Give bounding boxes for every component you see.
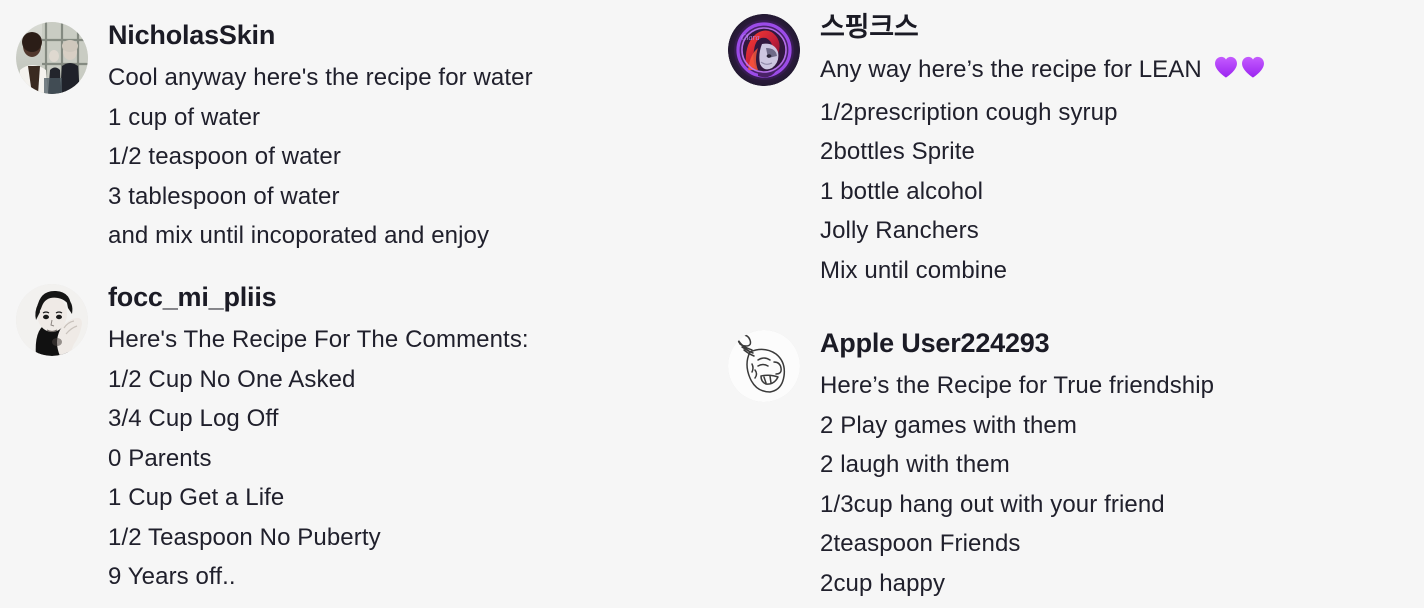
comment-line: 2teaspoon Friends	[820, 530, 1021, 557]
comment-sphinx[interactable]: Clara 스핑크스 Any way here’s the recipe for…	[728, 10, 1266, 290]
comment-line: 1 cup of water	[108, 103, 261, 131]
comment-line: Here's The Recipe For The Comments:	[108, 326, 529, 353]
purple-heart-icon	[1240, 53, 1266, 93]
comment-username[interactable]: 스핑크스	[820, 10, 1266, 44]
comment-line: 3 tablespoon of water	[108, 182, 340, 210]
comment-line-with-emoji: Any way here’s the recipe for LEAN	[820, 50, 1266, 93]
avatar-apple-user[interactable]	[728, 330, 800, 402]
comment-line: 3/4 Cup Log Off	[108, 405, 279, 432]
comment-username[interactable]: Apple User224293	[820, 326, 1214, 360]
comment-line: 2bottles Sprite	[820, 138, 975, 165]
comment-line: Here’s the Recipe for True friendship	[820, 372, 1215, 399]
comment-line: Cool anyway here's the recipe for water	[108, 64, 533, 91]
comment-body: Here's The Recipe For The Comments: 1/2 …	[108, 320, 529, 597]
comment-line: 2 Play games with them	[820, 411, 1077, 439]
avatar-nicholasskin[interactable]	[16, 22, 88, 94]
avatar-focc-mi-pliis[interactable]	[16, 284, 88, 356]
comment-line: 1/2 teaspoon of water	[108, 143, 341, 170]
comment-username[interactable]: focc_mi_pliis	[108, 280, 529, 314]
comment-line: 1 Cup Get a Life	[108, 484, 285, 511]
comment-body: Here’s the Recipe for True friendship 2 …	[820, 366, 1214, 603]
comment-line: 2cup happy	[820, 569, 946, 597]
comment-line: and mix until incoporated and enjoy	[108, 222, 490, 249]
comment-line: 1/2prescription cough syrup	[820, 98, 1118, 126]
comment-body: Cool anyway here's the recipe for water …	[108, 58, 533, 256]
comment-line: 9 Years off..	[108, 563, 236, 590]
comment-line: 0 Parents	[108, 444, 212, 472]
comment-line: Jolly Ranchers	[820, 217, 979, 244]
comment-line: 2 laugh with them	[820, 451, 1010, 478]
avatar-sphinx[interactable]: Clara	[728, 14, 800, 86]
svg-text:Clara: Clara	[741, 33, 760, 42]
comment-line: Mix until combine	[820, 256, 1008, 284]
comment-body: Any way here’s the recipe for LEAN 1/2pr…	[820, 50, 1266, 290]
comment-apple-user[interactable]: Apple User224293 Here’s the Recipe for T…	[728, 326, 1214, 603]
comment-line: 1/2 Cup No One Asked	[108, 365, 356, 393]
comment-line: 1/3cup hang out with your friend	[820, 490, 1165, 518]
comment-line: 1 bottle alcohol	[820, 177, 984, 205]
comment-nicholasskin[interactable]: NicholasSkin Cool anyway here's the reci…	[16, 18, 533, 256]
comments-board: NicholasSkin Cool anyway here's the reci…	[0, 0, 1424, 608]
comment-line-text: Any way here’s the recipe for LEAN	[820, 56, 1209, 83]
comment-username[interactable]: NicholasSkin	[108, 18, 533, 52]
comment-line: 1/2 Teaspoon No Puberty	[108, 523, 381, 551]
comment-focc-mi-pliis[interactable]: focc_mi_pliis Here's The Recipe For The …	[16, 280, 529, 597]
purple-heart-icon	[1213, 53, 1239, 93]
